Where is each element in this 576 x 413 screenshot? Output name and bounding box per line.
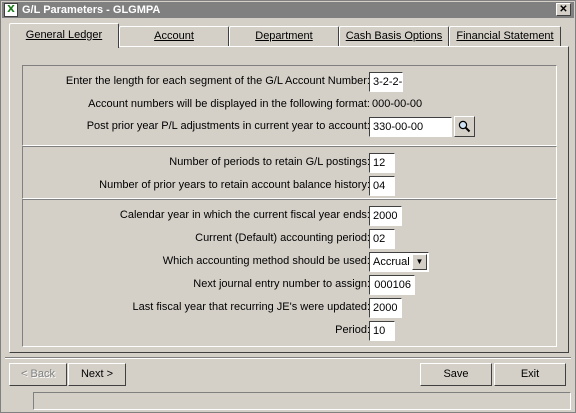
window-title: G/L Parameters - GLGMPA bbox=[22, 4, 161, 16]
chevron-down-icon: ▼ bbox=[415, 257, 424, 266]
recurring-period-row: Period: 10 bbox=[23, 321, 558, 341]
retain-years-row: Number of prior years to retain account … bbox=[23, 176, 558, 196]
prior-year-adjustment-label: Post prior year P/L adjustments in curre… bbox=[86, 120, 370, 132]
next-journal-entry-label: Next journal entry number to assign: bbox=[193, 278, 370, 290]
accounting-method-value: Accrual bbox=[373, 256, 410, 268]
tab-department[interactable]: Department bbox=[229, 26, 339, 47]
fiscal-year-label: Calendar year in which the current fisca… bbox=[119, 209, 370, 221]
accounting-period-label: Current (Default) accounting period: bbox=[195, 232, 370, 244]
fiscal-settings-group: Calendar year in which the current fisca… bbox=[22, 199, 557, 347]
tab-general-ledger[interactable]: General Ledger bbox=[9, 23, 119, 48]
recurring-period-label: Period: bbox=[335, 324, 370, 336]
retain-periods-label: Number of periods to retain G/L postings… bbox=[169, 156, 370, 168]
retain-periods-input[interactable]: 12 bbox=[369, 153, 395, 173]
retain-years-input[interactable]: 04 bbox=[369, 176, 395, 196]
retention-group: Number of periods to retain G/L postings… bbox=[22, 146, 557, 199]
accounting-method-row: Which accounting method should be used: … bbox=[23, 252, 558, 272]
display-format-value: 000-00-00 bbox=[372, 98, 423, 110]
recurring-year-row: Last fiscal year that recurring JE's wer… bbox=[23, 298, 558, 318]
save-button[interactable]: Save bbox=[420, 363, 492, 386]
status-bar bbox=[33, 392, 571, 410]
back-button[interactable]: < Back bbox=[9, 363, 67, 386]
account-lookup-button[interactable] bbox=[454, 116, 475, 137]
next-button[interactable]: Next > bbox=[68, 363, 126, 386]
segment-length-label: Enter the length for each segment of the… bbox=[65, 75, 370, 87]
title-bar[interactable]: X G/L Parameters - GLGMPA ✕ bbox=[2, 2, 574, 18]
tab-cash-basis-options[interactable]: Cash Basis Options bbox=[339, 26, 449, 47]
exit-button[interactable]: Exit bbox=[494, 363, 566, 386]
recurring-period-input[interactable]: 10 bbox=[369, 321, 395, 341]
app-icon: X bbox=[4, 3, 18, 17]
retain-periods-row: Number of periods to retain G/L postings… bbox=[23, 153, 558, 173]
tab-strip: General Ledger Account Department Cash B… bbox=[9, 23, 569, 48]
prior-year-adjustment-account-input[interactable]: 330-00-00 bbox=[369, 117, 452, 137]
accounting-period-input[interactable]: 02 bbox=[369, 229, 395, 249]
close-icon: ✕ bbox=[559, 4, 568, 15]
prior-year-adjustment-row: Post prior year P/L adjustments in curre… bbox=[23, 116, 558, 137]
recurring-year-label: Last fiscal year that recurring JE's wer… bbox=[132, 301, 371, 313]
fiscal-year-row: Calendar year in which the current fisca… bbox=[23, 206, 558, 226]
display-format-label: Account numbers will be displayed in the… bbox=[88, 98, 370, 110]
retain-years-label: Number of prior years to retain account … bbox=[99, 179, 370, 191]
general-ledger-panel: Enter the length for each segment of the… bbox=[9, 46, 569, 353]
segment-length-input[interactable]: 3-2-2-0 bbox=[369, 72, 403, 92]
accounting-method-select[interactable]: Accrual ▼ bbox=[369, 252, 429, 272]
tab-account[interactable]: Account bbox=[119, 26, 229, 47]
gl-parameters-window: X G/L Parameters - GLGMPA ✕ General Ledg… bbox=[0, 0, 576, 413]
tab-financial-statement[interactable]: Financial Statement bbox=[449, 26, 561, 47]
search-icon bbox=[458, 120, 471, 133]
segment-length-row: Enter the length for each segment of the… bbox=[23, 72, 558, 92]
recurring-year-input[interactable]: 2000 bbox=[369, 298, 402, 318]
display-format-row: Account numbers will be displayed in the… bbox=[23, 95, 558, 115]
accounting-period-row: Current (Default) accounting period: 02 bbox=[23, 229, 558, 249]
dropdown-arrow-button[interactable]: ▼ bbox=[412, 254, 427, 270]
next-journal-entry-input[interactable]: 000106 bbox=[369, 275, 415, 295]
next-journal-entry-row: Next journal entry number to assign: 000… bbox=[23, 275, 558, 295]
close-button[interactable]: ✕ bbox=[556, 3, 571, 16]
account-format-group: Enter the length for each segment of the… bbox=[22, 65, 557, 146]
fiscal-year-input[interactable]: 2000 bbox=[369, 206, 402, 226]
bottom-divider bbox=[5, 357, 571, 359]
accounting-method-label: Which accounting method should be used: bbox=[162, 255, 370, 267]
